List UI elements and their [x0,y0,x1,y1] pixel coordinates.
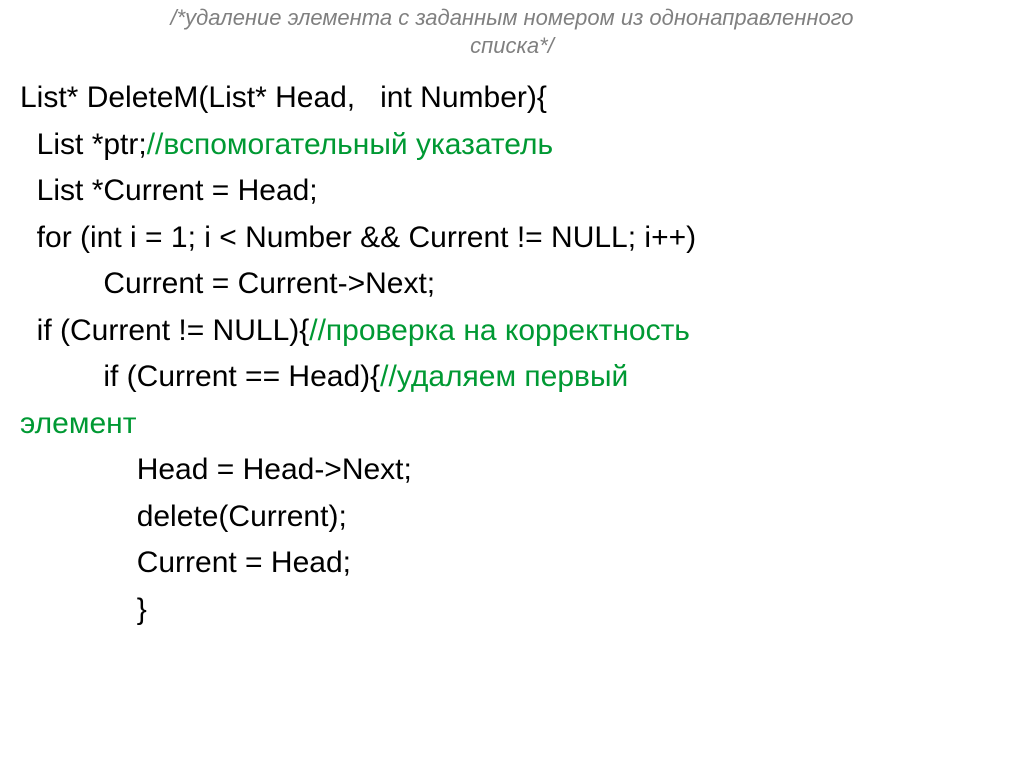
code-block: List* DeleteM(List* Head, int Number){ L… [20,75,1004,633]
code-line-5: Current = Current->Next; [20,267,435,300]
code-line-10: Current = Head; [20,546,351,579]
code-line-6-comment: //проверка на корректность [309,314,690,347]
code-line-2-comment: //вспомогательный указатель [147,128,553,161]
code-line-3: List *Current = Head; [20,174,318,207]
title-line-2: списка*/ [470,33,554,58]
slide-title: /*удаление элемента с заданным номером и… [60,4,964,59]
code-line-7-comment-wrap: элемент [20,407,136,440]
code-line-4: for (int i = 1; i < Number && Current !=… [20,221,696,254]
code-line-1: List* DeleteM(List* Head, int Number){ [20,81,547,114]
code-line-6-code: if (Current != NULL){ [20,314,309,347]
title-line-1: /*удаление элемента с заданным номером и… [170,5,853,30]
code-line-11: } [20,593,147,626]
slide: /*удаление элемента с заданным номером и… [0,0,1024,767]
code-line-9: delete(Current); [20,500,347,533]
code-line-8: Head = Head->Next; [20,453,412,486]
code-line-2-code: List *ptr; [20,128,147,161]
code-line-7-code: if (Current == Head){ [20,360,380,393]
code-line-7-comment: //удаляем первый [380,360,628,393]
